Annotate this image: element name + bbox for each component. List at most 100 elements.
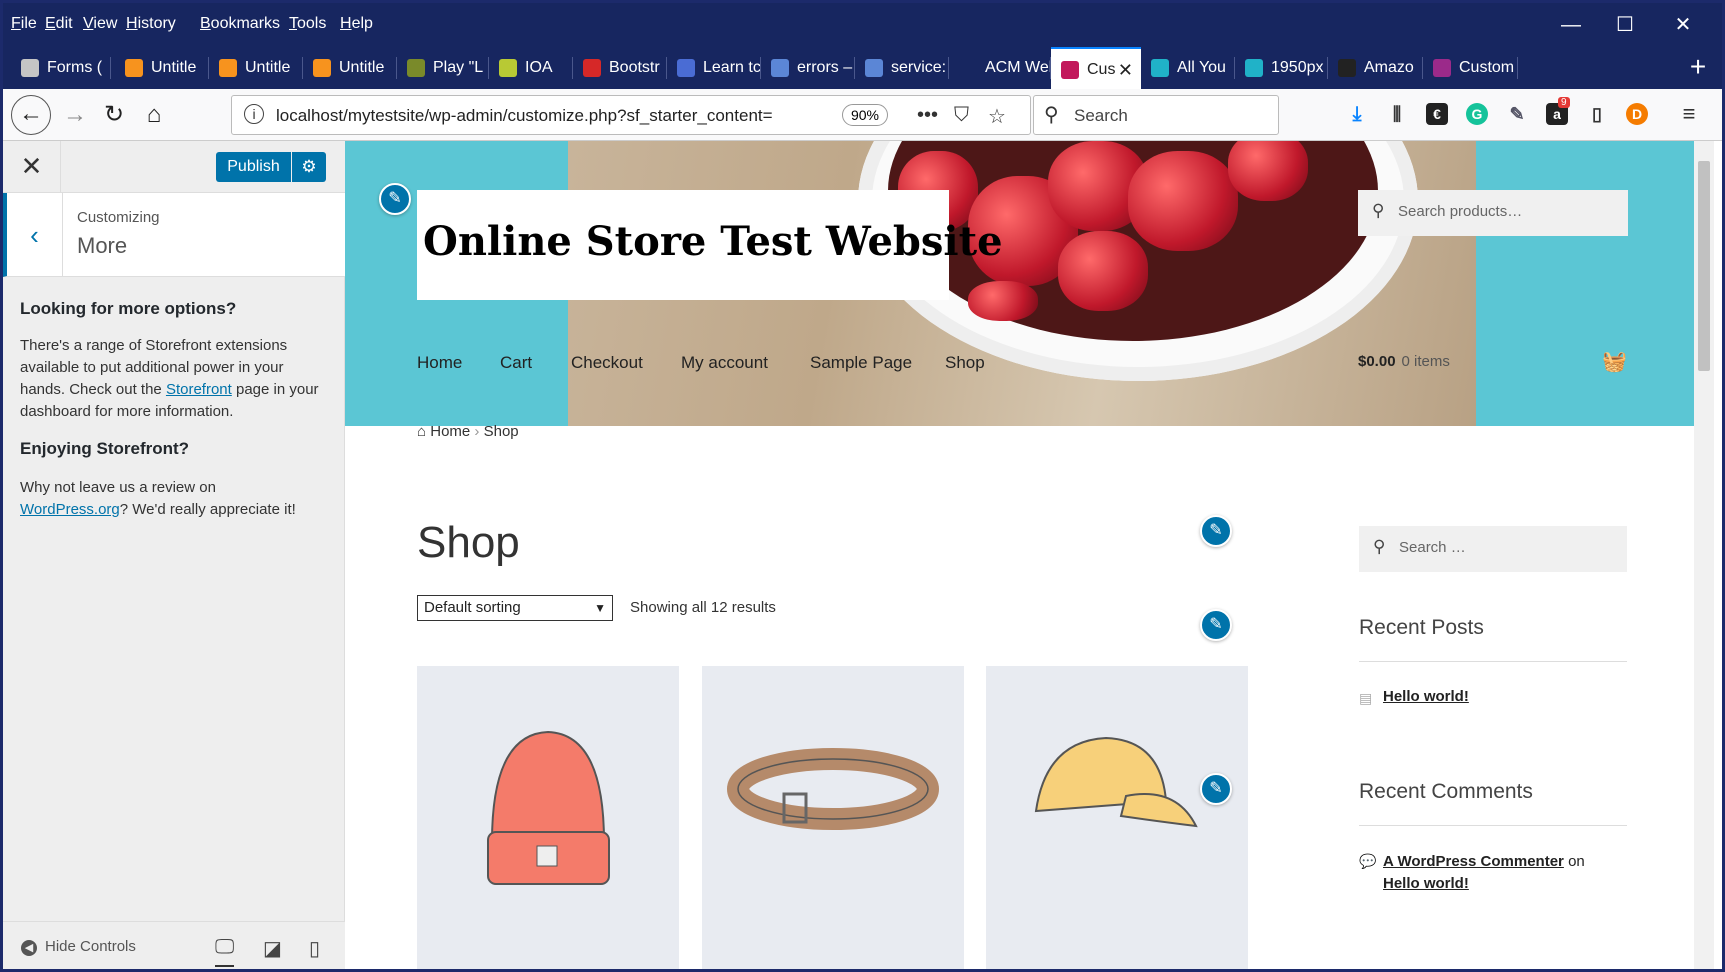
sorting-select[interactable]: Default sorting ▼ [417,595,613,621]
url-text[interactable]: localhost/mytestsite/wp-admin/customize.… [276,106,773,126]
recent-posts-title: Recent Posts [1359,616,1484,639]
tab-label: Bootstr [609,59,660,76]
tab-separator [1517,57,1518,79]
tab-10[interactable]: ACM Web L [949,47,1051,89]
tab-8[interactable]: errors – [761,47,855,89]
tab-1[interactable]: Untitle [115,47,209,89]
tab-0[interactable]: Forms ( [11,47,111,89]
publish-button[interactable]: Publish [216,152,291,182]
nav-sample-page[interactable]: Sample Page [810,353,912,373]
hamburger-menu-icon[interactable]: ≡ [1678,103,1700,125]
search-field[interactable]: ⚲ Search [1033,95,1279,135]
menu-history[interactable]: History [126,15,176,33]
breadcrumb-home[interactable]: Home [430,423,470,440]
tab-4[interactable]: Play "L [397,47,489,89]
new-tab-button[interactable]: + [1678,47,1718,89]
menu-edit[interactable]: Edit [45,15,73,33]
minimize-button[interactable]: — [1551,11,1591,39]
eyedropper-icon[interactable]: ✎ [1506,103,1528,125]
p2-text-end: ? We'd really appreciate it! [119,501,296,518]
comment-author-link[interactable]: A WordPress Commenter [1383,853,1564,870]
tab-label: Play "L [433,59,484,76]
page-actions-icon[interactable]: ••• [917,104,938,127]
tab-2[interactable]: Untitle [209,47,303,89]
nav-checkout[interactable]: Checkout [571,353,643,373]
product-card-cap[interactable] [986,666,1248,969]
hide-controls-button[interactable]: ◀ Hide Controls [21,938,136,956]
sidebar-search-field[interactable]: ⚲ Search … [1359,526,1627,572]
review-paragraph: Why not leave us a review on WordPress.o… [20,477,325,521]
recent-comment-item: A WordPress Commenter on Hello world! [1383,851,1623,895]
home-button[interactable]: ⌂ [138,99,170,131]
product-card-beanie[interactable] [417,666,679,969]
collapse-icon: ◀ [21,940,37,956]
zoom-badge[interactable]: 90% [842,104,888,126]
library-icon[interactable]: ⫼ [1386,103,1408,125]
tab-3[interactable]: Untitle [303,47,397,89]
tab-12[interactable]: All You [1141,47,1235,89]
section-header: ‹ Customizing More [3,193,345,277]
tab-15[interactable]: Custom [1423,47,1518,89]
breadcrumb-current: Shop [483,423,519,440]
menu-bar: File Edit View History Bookmarks Tools H… [3,3,1722,47]
section-title: More [77,233,128,258]
address-bar[interactable]: i localhost/mytestsite/wp-admin/customiz… [231,95,1031,135]
section-back-button[interactable]: ‹ [7,193,63,277]
reload-button[interactable]: ↻ [98,99,130,131]
sidebar-icon[interactable]: ▯ [1586,103,1608,125]
edit-recent-posts-pencil-icon[interactable]: ✎ [1200,609,1232,641]
result-count: Showing all 12 results [630,599,776,616]
desktop-preview-icon[interactable]: 🖵 [215,936,235,967]
customizer-header: ✕ Publish ⚙ [3,141,345,193]
tab-13[interactable]: 1950px [1235,47,1328,89]
tab-14[interactable]: Amazo [1328,47,1423,89]
nav-home[interactable]: Home [417,353,462,373]
edit-title-pencil-icon[interactable]: ✎ [379,183,411,215]
bookmark-star-icon[interactable]: ☆ [988,104,1006,129]
duckduckgo-icon[interactable]: D [1626,103,1648,125]
extension-icon[interactable]: € [1426,103,1448,125]
close-tab-icon[interactable]: ✕ [1118,49,1133,89]
basket-icon[interactable]: 🧺 [1602,349,1627,374]
preview-scrollbar[interactable] [1694,141,1714,969]
menu-view[interactable]: View [83,15,117,33]
tab-9[interactable]: service: [855,47,949,89]
edit-recent-comments-pencil-icon[interactable]: ✎ [1200,773,1232,805]
nav-cart[interactable]: Cart [500,353,532,373]
header-cart[interactable]: $0.00 0 items [1358,353,1450,370]
menu-file[interactable]: File [11,15,37,33]
wordpress-org-link[interactable]: WordPress.org [20,501,120,518]
scrollbar-thumb[interactable] [1698,161,1710,371]
downloads-icon[interactable]: ⤓ [1346,103,1368,125]
forward-button[interactable]: → [59,99,91,131]
back-button[interactable]: ← [11,95,51,135]
menu-bookmarks[interactable]: Bookmarks [200,15,280,33]
close-window-button[interactable]: ✕ [1663,11,1703,39]
product-card-belt[interactable] [702,666,964,969]
menu-tools[interactable]: Tools [289,15,326,33]
comment-icon: 💬 [1359,853,1377,869]
raspberry [1058,231,1148,311]
comment-post-link[interactable]: Hello world! [1383,875,1469,892]
edit-search-widget-pencil-icon[interactable]: ✎ [1200,515,1232,547]
site-title[interactable]: Online Store Test Website [423,218,1003,265]
grammarly-icon[interactable]: G [1466,103,1488,125]
menu-help[interactable]: Help [340,15,373,33]
post-link-hello-world[interactable]: Hello world! [1383,688,1469,705]
close-customizer-button[interactable]: ✕ [3,141,61,193]
mobile-preview-icon[interactable]: ▯ [309,936,320,961]
storefront-link[interactable]: Storefront [166,381,232,398]
tab-5[interactable]: IOA [489,47,573,89]
nav-my-account[interactable]: My account [681,353,768,373]
publish-settings-gear-icon[interactable]: ⚙ [292,152,326,182]
tab-6[interactable]: Bootstr [573,47,667,89]
info-icon[interactable]: i [244,104,264,124]
maximize-button[interactable]: ☐ [1605,11,1645,39]
product-search-field[interactable]: ⚲ Search products… [1358,190,1628,236]
tab-11[interactable]: Cus ✕ [1051,47,1141,89]
favicon-icon [865,59,883,77]
tab-7[interactable]: Learn tc [667,47,761,89]
tablet-preview-icon[interactable]: ◪ [263,936,282,961]
pocket-icon[interactable]: ⛉ [954,104,969,127]
nav-shop[interactable]: Shop [945,353,985,373]
